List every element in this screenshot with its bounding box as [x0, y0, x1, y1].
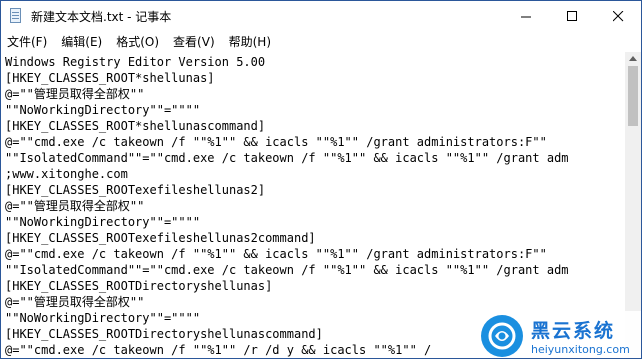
notepad-icon [9, 8, 23, 24]
editor-line: ""NoWorkingDirectory""="""" [5, 103, 201, 117]
scrollbar-thumb[interactable] [628, 66, 638, 126]
editor-line: [HKEY_CLASSES_ROOT*shellunas] [5, 71, 215, 85]
editor-line: ;www.xitonghe.com [5, 167, 128, 181]
scroll-up-icon[interactable] [629, 56, 637, 61]
editor-line: @=""管理员取得全部权"" [5, 87, 145, 101]
close-icon [612, 10, 623, 21]
maximize-button[interactable] [549, 1, 595, 31]
watermark: 黑云系统 heiyunxitong.com [475, 311, 641, 358]
maximize-icon [566, 10, 577, 21]
menu-bar: 文件(F) 编辑(E) 格式(O) 查看(V) 帮助(H) [1, 31, 641, 51]
editor-line: Windows Registry Editor Version 5.00 [5, 55, 266, 69]
editor-line: [HKEY_CLASSES_ROOTexefileshellunas2] [5, 183, 266, 197]
editor-line: ""IsolatedCommand""=""cmd.exe /c takeown… [5, 263, 569, 277]
minimize-icon [520, 16, 531, 17]
cloud-logo-icon [481, 314, 523, 357]
editor-line: @=""管理员取得全部权"" [5, 199, 145, 213]
editor-line: ""NoWorkingDirectory""="""" [5, 215, 201, 229]
editor-line: ""IsolatedCommand""=""cmd.exe /c takeown… [5, 151, 569, 165]
editor-line: [HKEY_CLASSES_ROOTDirectoryshellunascomm… [5, 327, 323, 341]
window-title: 新建文本文档.txt - 记事本 [31, 9, 172, 24]
editor-line: [HKEY_CLASSES_ROOTDirectoryshellunas] [5, 279, 273, 293]
editor-line: @=""管理员取得全部权"" [5, 295, 145, 309]
menu-view[interactable]: 查看(V) [166, 33, 222, 50]
window-controls [503, 1, 641, 31]
menu-format[interactable]: 格式(O) [109, 33, 166, 50]
editor-line: [HKEY_CLASSES_ROOTexefileshellunas2comma… [5, 231, 316, 245]
watermark-name: 黑云系统 [531, 319, 616, 342]
title-bar[interactable]: 新建文本文档.txt - 记事本 [1, 1, 641, 31]
watermark-url: heiyunxitong.com [531, 342, 630, 356]
editor-line: ""NoWorkingDirectory""="""" [5, 311, 201, 325]
minimize-button[interactable] [503, 1, 549, 31]
editor-line: @=""cmd.exe /c takeown /f ""%1"" && icac… [5, 135, 547, 149]
menu-edit[interactable]: 编辑(E) [54, 33, 109, 50]
close-button[interactable] [595, 1, 641, 31]
editor-line: [HKEY_CLASSES_ROOT*shellunascommand] [5, 119, 266, 133]
editor-line: @=""cmd.exe /c takeown /f ""%1"" /r /d y… [5, 343, 432, 357]
editor-line: @=""cmd.exe /c takeown /f ""%1"" && icac… [5, 247, 547, 261]
notepad-window: 新建文本文档.txt - 记事本 文件(F) 编辑(E) 格式(O) 查看(V)… [0, 0, 642, 359]
menu-help[interactable]: 帮助(H) [222, 33, 278, 50]
menu-file[interactable]: 文件(F) [1, 33, 54, 50]
